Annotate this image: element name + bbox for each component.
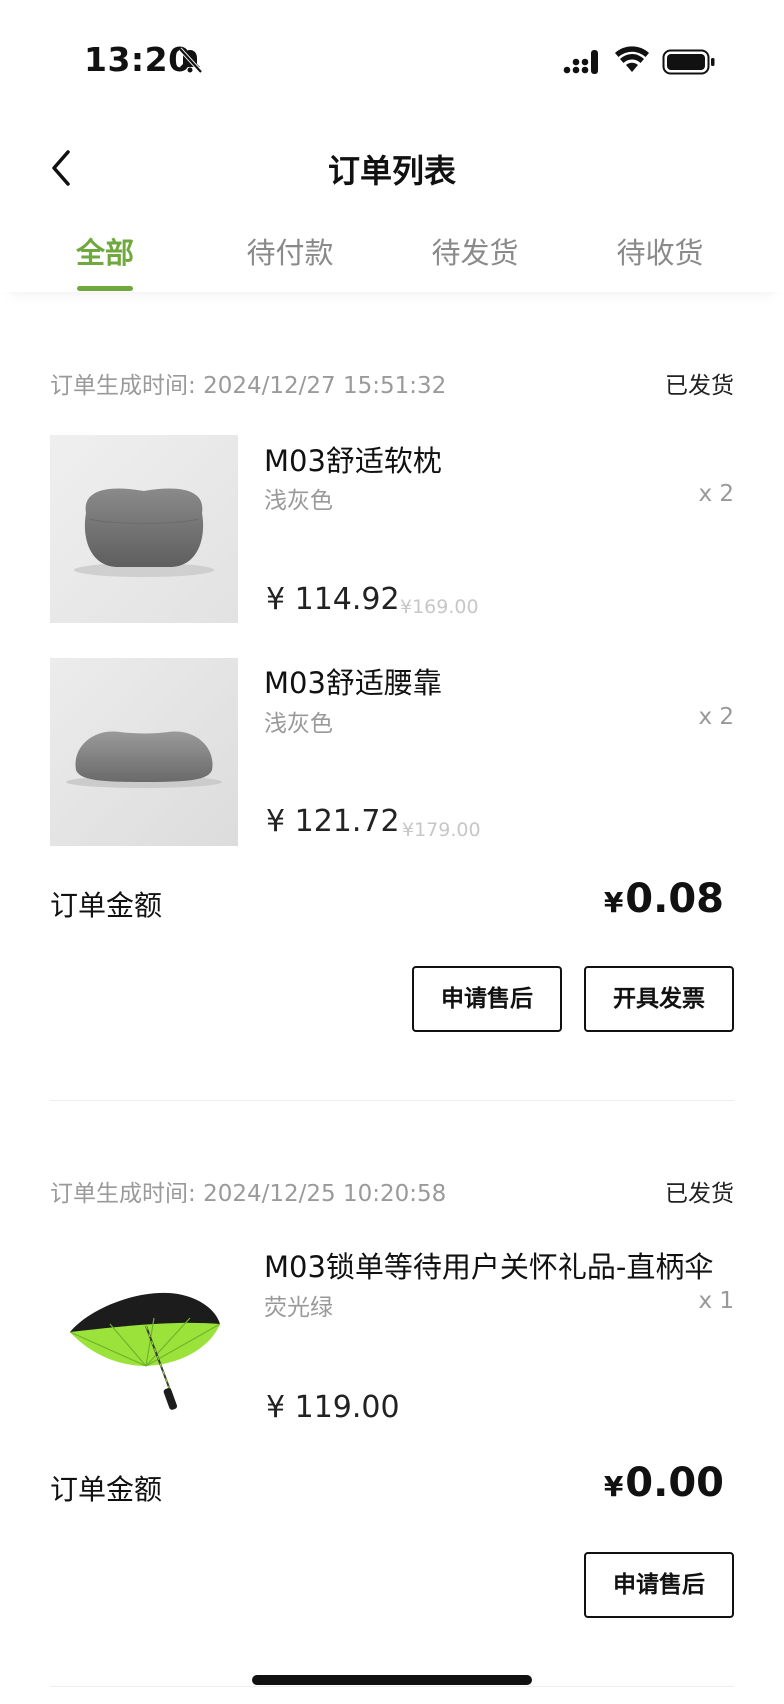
order-amount-value: 0.00 bbox=[625, 1460, 724, 1506]
product-price: ¥ 119.00 bbox=[266, 1390, 400, 1425]
currency-symbol: ¥ bbox=[603, 1470, 624, 1503]
status-bar: 13:20 bbox=[0, 0, 784, 120]
order-time-label: 订单生成时间: bbox=[50, 373, 196, 399]
product-name[interactable]: M03舒适软枕 bbox=[264, 438, 442, 480]
order-status: 已发货 bbox=[665, 1181, 734, 1207]
order-amount-label: 订单金额 bbox=[50, 1473, 163, 1506]
product-variant: 浅灰色 bbox=[264, 488, 333, 514]
order-status-tabs: 全部 待付款 待发货 待收货 bbox=[0, 220, 784, 292]
currency-symbol: ¥ bbox=[603, 886, 624, 919]
product-quantity: x 2 bbox=[698, 481, 734, 507]
order-time: 订单生成时间: 2024/12/27 15:51:32 bbox=[50, 366, 446, 400]
product-price: ¥ 114.92 bbox=[266, 582, 400, 617]
after-sales-button[interactable]: 申请售后 bbox=[412, 966, 562, 1032]
after-sales-button[interactable]: 申请售后 bbox=[584, 1552, 734, 1618]
order-status: 已发货 bbox=[665, 373, 734, 399]
order-divider bbox=[50, 1100, 734, 1101]
pillow-image[interactable] bbox=[50, 435, 238, 623]
active-tab-indicator bbox=[77, 286, 133, 291]
umbrella-image[interactable] bbox=[50, 1240, 238, 1428]
cellular-signal-icon bbox=[563, 50, 598, 74]
order-time-value: 2024/12/27 15:51:32 bbox=[203, 373, 447, 399]
tab-pending-receipt[interactable]: 待收货 bbox=[590, 230, 730, 272]
order-divider bbox=[50, 1686, 734, 1687]
tab-pending-payment[interactable]: 待付款 bbox=[220, 230, 360, 272]
home-indicator[interactable] bbox=[252, 1675, 532, 1685]
product-original-price: ¥169.00 bbox=[400, 596, 479, 618]
product-variant: 荧光绿 bbox=[264, 1295, 333, 1321]
order-amount-value: 0.08 bbox=[625, 876, 724, 922]
page-title: 订单列表 bbox=[327, 152, 456, 190]
bell-muted-icon bbox=[178, 47, 203, 74]
product-name[interactable]: M03锁单等待用户关怀礼品-直柄伞 bbox=[264, 1244, 713, 1286]
tab-all[interactable]: 全部 bbox=[35, 230, 175, 272]
battery-icon bbox=[662, 49, 715, 75]
order-amount: ¥0.00 bbox=[604, 1460, 724, 1506]
product-quantity: x 2 bbox=[698, 704, 734, 730]
product-quantity: x 1 bbox=[698, 1288, 734, 1314]
issue-invoice-button[interactable]: 开具发票 bbox=[584, 966, 734, 1032]
product-original-price: ¥179.00 bbox=[402, 819, 481, 841]
order-time-label: 订单生成时间: bbox=[50, 1181, 196, 1207]
order-time: 订单生成时间: 2024/12/25 10:20:58 bbox=[50, 1174, 446, 1208]
product-variant: 浅灰色 bbox=[264, 711, 333, 737]
lumbar-pillow-image[interactable] bbox=[50, 658, 238, 846]
order-amount: ¥0.08 bbox=[604, 876, 724, 922]
product-price: ¥ 121.72 bbox=[266, 804, 400, 839]
wifi-icon bbox=[615, 46, 649, 72]
order-time-value: 2024/12/25 10:20:58 bbox=[203, 1181, 447, 1207]
order-amount-label: 订单金额 bbox=[50, 889, 163, 922]
product-name[interactable]: M03舒适腰靠 bbox=[264, 660, 442, 702]
tab-pending-shipment[interactable]: 待发货 bbox=[405, 230, 545, 272]
navigation-bar: 订单列表 bbox=[0, 130, 784, 210]
